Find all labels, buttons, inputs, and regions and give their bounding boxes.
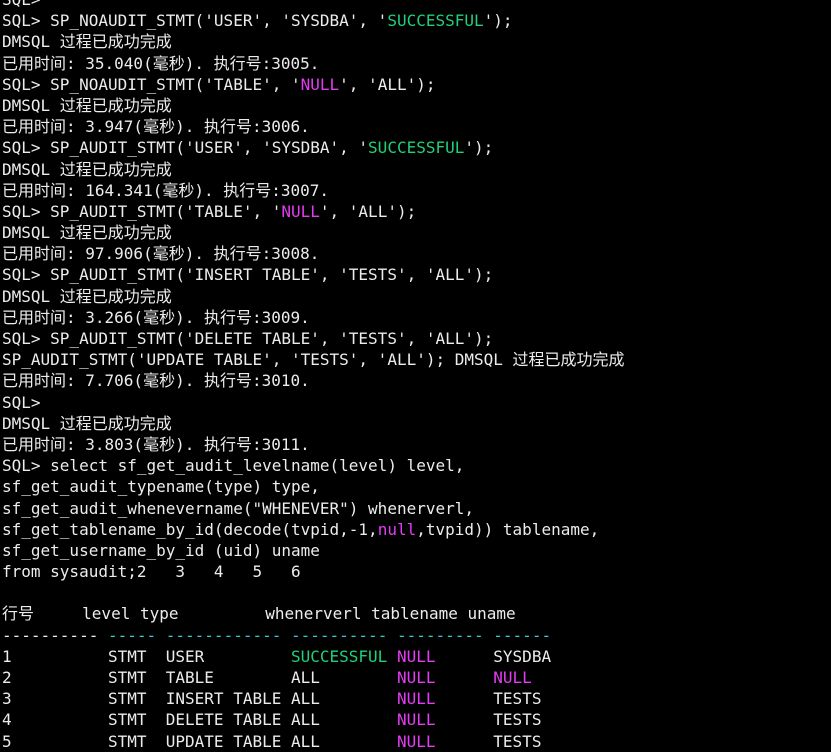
terminal-segment: 已用时间: 3.266(毫秒). 执行号:3009. [2, 307, 310, 327]
terminal-line: SQL> SP_AUDIT_STMT('INSERT TABLE', 'TEST… [2, 264, 831, 285]
terminal-segment: TESTS [435, 710, 542, 730]
terminal-segment: SQL> [2, 392, 41, 412]
terminal-segment: SQL> SP_AUDIT_STMT('USER', 'SYSDBA', ' [2, 138, 369, 158]
terminal-line: 已用时间: 3.947(毫秒). 执行号:3006. [2, 116, 831, 137]
terminal-segment: DMSQL 过程已成功完成 [2, 413, 172, 433]
terminal-line: 已用时间: 3.266(毫秒). 执行号:3009. [2, 307, 831, 328]
terminal-segment: 已用时间: 164.341(毫秒). 执行号:3007. [2, 180, 330, 200]
terminal-segment: ', 'ALL'); [319, 201, 417, 221]
terminal-segment: DMSQL 过程已成功完成 [2, 286, 172, 306]
terminal-line: SQL> SP_NOAUDIT_STMT('USER', 'SYSDBA', '… [2, 10, 831, 31]
terminal-segment: ,tvpid)) tablename, [416, 519, 600, 539]
terminal-segment: ----- ------------ ---------- --------- … [107, 625, 552, 645]
terminal-line: SQL> [2, 0, 831, 10]
terminal-segment: SQL> [2, 0, 41, 9]
terminal-line: sf_get_audit_whenevername("WHENEVER") wh… [2, 498, 831, 519]
terminal-segment: DMSQL 过程已成功完成 [2, 223, 172, 243]
terminal-line: sf_get_audit_typename(type) type, [2, 476, 831, 497]
terminal-segment: 2 STMT TABLE ALL [2, 668, 397, 687]
terminal-segment: 3 STMT INSERT TABLE ALL [2, 689, 397, 709]
terminal-segment: null [377, 519, 417, 539]
terminal-segment: sf_get_tablename_by_id(decode(tvpid,-1, [2, 519, 378, 539]
terminal-segment: sf_get_username_by_id (uid) uname [2, 540, 320, 560]
terminal-segment: SQL> SP_NOAUDIT_STMT('TABLE', ' [2, 74, 301, 94]
terminal-segment: NULL [396, 646, 436, 666]
terminal-line: ---------- ----- ------------ ----------… [2, 625, 831, 646]
terminal-segment: SP_AUDIT_STMT('UPDATE TABLE', 'TESTS', '… [2, 350, 625, 370]
terminal-segment: SQL> SP_AUDIT_STMT('DELETE TABLE', 'TEST… [2, 329, 494, 348]
terminal-line: DMSQL 过程已成功完成 [2, 95, 831, 116]
terminal-segment: from sysaudit;2 3 4 5 6 [2, 562, 301, 582]
terminal-segment: SQL> select sf_get_audit_levelname(level… [2, 456, 465, 476]
terminal-line: SQL> SP_AUDIT_STMT('USER', 'SYSDBA', 'SU… [2, 137, 831, 158]
terminal-segment: ', 'ALL'); [339, 74, 436, 94]
terminal-line: 1 STMT USER SUCCESSFUL NULL SYSDBA [2, 646, 831, 667]
terminal-line: 已用时间: 7.706(毫秒). 执行号:3010. [2, 370, 831, 391]
terminal-line: 已用时间: 97.906(毫秒). 执行号:3008. [2, 243, 831, 264]
terminal-line: SQL> SP_AUDIT_STMT('TABLE', 'NULL', 'ALL… [2, 201, 831, 222]
terminal-segment: sf_get_audit_whenevername("WHENEVER") wh… [2, 498, 475, 518]
terminal-segment: 5 STMT UPDATE TABLE ALL [2, 731, 397, 751]
terminal-line: 3 STMT INSERT TABLE ALL NULL TESTS [2, 688, 831, 709]
terminal-segment: SYSDBA [435, 646, 552, 666]
terminal-segment: SQL> SP_AUDIT_STMT('TABLE', ' [2, 201, 282, 221]
terminal-line: DMSQL 过程已成功完成 [2, 159, 831, 180]
terminal-line: DMSQL 过程已成功完成 [2, 286, 831, 307]
terminal-line: 2 STMT TABLE ALL NULL NULL [2, 667, 831, 688]
terminal-segment: DMSQL 过程已成功完成 [2, 32, 172, 52]
terminal-segment [435, 668, 493, 687]
terminal-line: SQL> SP_AUDIT_STMT('DELETE TABLE', 'TEST… [2, 328, 831, 349]
terminal-line: DMSQL 过程已成功完成 [2, 222, 831, 243]
terminal-segment: NULL [396, 689, 436, 709]
terminal-segment: 已用时间: 7.706(毫秒). 执行号:3010. [2, 371, 310, 391]
terminal-segment: 已用时间: 3.803(毫秒). 执行号:3011. [2, 434, 310, 454]
terminal-segment: DMSQL 过程已成功完成 [2, 159, 172, 179]
terminal-segment: NULL [396, 710, 436, 730]
terminal-segment: 已用时间: 35.040(毫秒). 执行号:3005. [2, 53, 320, 73]
terminal-line: SQL> [2, 392, 831, 413]
terminal-segment: ---------- [2, 625, 108, 645]
terminal-segment: 1 STMT USER [2, 646, 291, 666]
terminal-segment: 已用时间: 3.947(毫秒). 执行号:3006. [2, 117, 310, 137]
terminal-segment: NULL [281, 201, 320, 221]
terminal-line: DMSQL 过程已成功完成 [2, 31, 831, 52]
terminal-line: 4 STMT DELETE TABLE ALL NULL TESTS [2, 709, 831, 730]
terminal-segment: SUCCESSFUL [290, 646, 388, 666]
terminal-line: sf_get_username_by_id (uid) uname [2, 540, 831, 561]
terminal-segment: DMSQL 过程已成功完成 [2, 95, 172, 115]
terminal-segment: NULL [493, 668, 532, 687]
terminal-segment: SUCCESSFUL [387, 11, 484, 31]
terminal-segment: NULL [300, 74, 340, 94]
terminal-segment: SUCCESSFUL [368, 138, 465, 158]
terminal-segment: '); [464, 138, 494, 158]
terminal-line: 已用时间: 3.803(毫秒). 执行号:3011. [2, 434, 831, 455]
terminal-segment: 行号 level type whenerverl tablename uname [2, 604, 516, 624]
terminal-segment: '); [483, 11, 513, 31]
terminal-segment: NULL [396, 731, 436, 751]
terminal-output[interactable]: SQL>SQL> SP_NOAUDIT_STMT('USER', 'SYSDBA… [0, 0, 831, 752]
terminal-line: 已用时间: 164.341(毫秒). 执行号:3007. [2, 180, 831, 201]
terminal-segment: 4 STMT DELETE TABLE ALL [2, 710, 397, 730]
terminal-line: SQL> select sf_get_audit_levelname(level… [2, 455, 831, 476]
terminal-line: SQL> SP_NOAUDIT_STMT('TABLE', 'NULL', 'A… [2, 74, 831, 95]
terminal-segment: TESTS [435, 731, 542, 751]
terminal-segment: SQL> SP_NOAUDIT_STMT('USER', 'SYSDBA', ' [2, 11, 388, 31]
terminal-line: SP_AUDIT_STMT('UPDATE TABLE', 'TESTS', '… [2, 349, 831, 370]
terminal-line: 已用时间: 35.040(毫秒). 执行号:3005. [2, 53, 831, 74]
terminal-segment: NULL [396, 668, 436, 687]
terminal-segment: TESTS [435, 689, 542, 709]
terminal-line: from sysaudit;2 3 4 5 6 [2, 561, 831, 582]
terminal-segment [387, 647, 397, 666]
terminal-segment: 已用时间: 97.906(毫秒). 执行号:3008. [2, 244, 320, 264]
terminal-line: 行号 level type whenerverl tablename uname [2, 603, 831, 624]
terminal-line: DMSQL 过程已成功完成 [2, 413, 831, 434]
terminal-segment: sf_get_audit_typename(type) type, [2, 477, 320, 497]
terminal-line: sf_get_tablename_by_id(decode(tvpid,-1,n… [2, 519, 831, 540]
terminal-segment: SQL> SP_AUDIT_STMT('INSERT TABLE', 'TEST… [2, 265, 494, 285]
